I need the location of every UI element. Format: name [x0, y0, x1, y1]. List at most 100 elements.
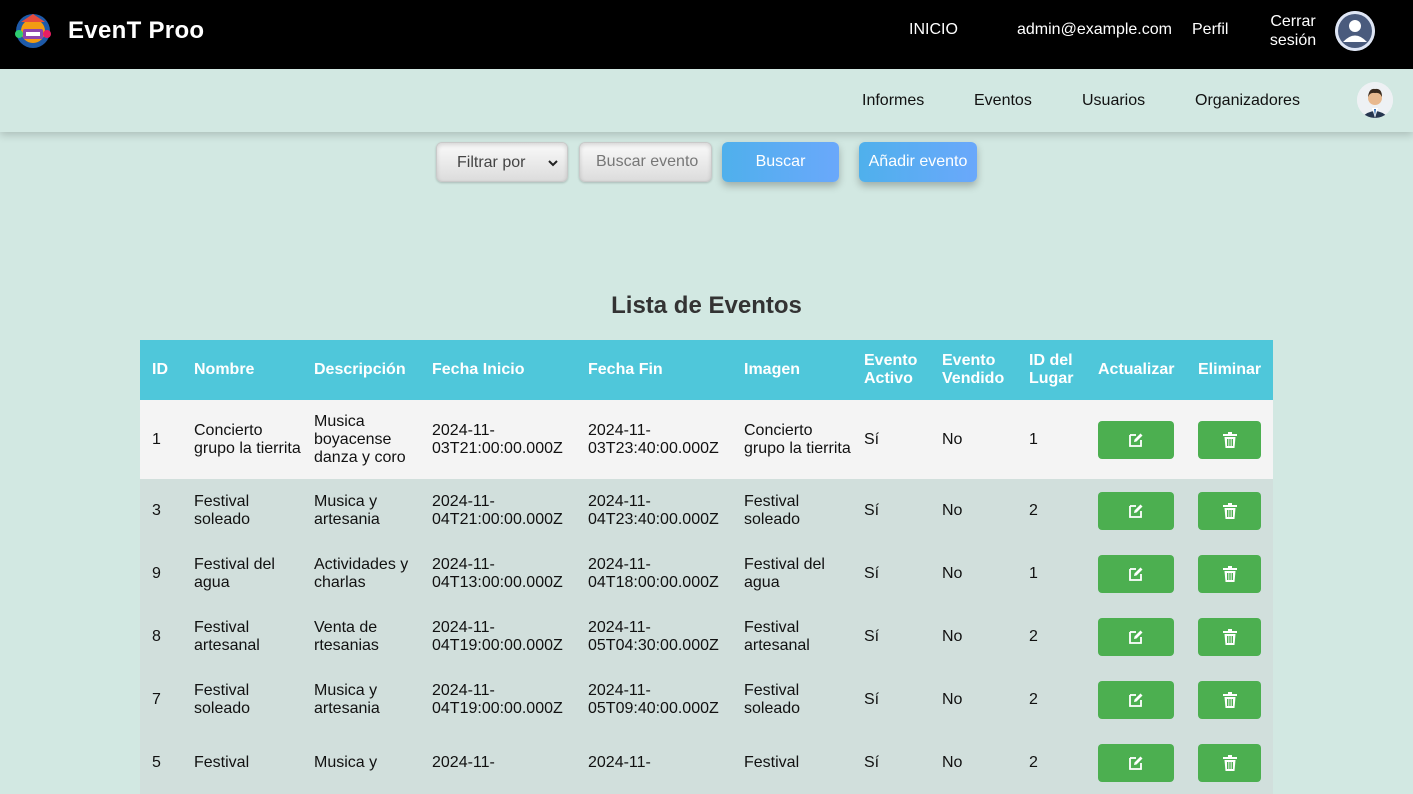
- cell-fecha-fin: 2024-11- 03T23:40:00.000Z: [576, 400, 732, 479]
- edit-button[interactable]: [1098, 491, 1174, 530]
- logout-link[interactable]: Cerrar sesión: [1268, 12, 1318, 50]
- delete-button[interactable]: [1198, 680, 1261, 719]
- header-text: Evento: [942, 352, 996, 369]
- cell-descripcion: Actividades y charlas: [314, 555, 409, 591]
- table-header-row: ID Nombre Descripción Fecha Inicio Fecha…: [140, 340, 1273, 400]
- header-id: ID: [152, 361, 168, 378]
- cell-actualizar: [1086, 605, 1186, 668]
- header-id-lugar: ID del Lugar: [1017, 340, 1086, 400]
- subnav-informes[interactable]: Informes: [862, 92, 924, 110]
- cell-id: 1: [152, 430, 161, 448]
- table-row: 8 Festival artesanal Venta de rtesanias 202…: [140, 605, 1273, 668]
- cell-id-lugar: 2: [1029, 690, 1038, 708]
- user-email: admin@example.com: [1017, 21, 1172, 38]
- event-logo-icon[interactable]: [11, 12, 55, 50]
- subnav-organizadores[interactable]: Organizadores: [1195, 92, 1300, 110]
- date-part: 04T21:00:00.000Z: [432, 510, 563, 528]
- cell-imagen: Festival soleado: [732, 668, 852, 731]
- delete-button[interactable]: [1198, 491, 1261, 530]
- cell-id-lugar: 2: [1029, 627, 1038, 645]
- subnav-eventos[interactable]: Eventos: [974, 92, 1032, 110]
- date-part: 2024-11-: [432, 492, 495, 510]
- nav-perfil[interactable]: Perfil: [1192, 21, 1228, 39]
- broken-image-alt-text: Festival artesanal: [744, 618, 810, 654]
- cell-vendido: No: [942, 564, 963, 582]
- user-avatar-icon[interactable]: [1335, 11, 1375, 51]
- header-fecha-inicio: Fecha Inicio: [432, 361, 525, 378]
- cell-nombre: Festival soleado: [194, 681, 251, 717]
- delete-button[interactable]: [1198, 420, 1261, 459]
- cell-actualizar: [1086, 668, 1186, 731]
- cell-fecha-fin: 2024-11- 04T23:40:00.000Z: [576, 479, 732, 542]
- events-table-container: ID Nombre Descripción Fecha Inicio Fecha…: [140, 340, 1273, 794]
- edit-button[interactable]: [1098, 680, 1174, 719]
- table-row: 3 Festival soleado Musica y artesania 2024-…: [140, 479, 1273, 542]
- subnav-usuarios[interactable]: Usuarios: [1082, 92, 1145, 110]
- date-part: 2024-11-: [432, 555, 495, 573]
- table-row: 1 Concierto grupo la tierrita Musica boyac…: [140, 400, 1273, 479]
- nav-inicio[interactable]: INICIO: [909, 21, 958, 39]
- date-part: 2024-11-: [588, 492, 651, 510]
- date-part: 04T19:00:00.000Z: [432, 699, 563, 717]
- cell-vendido: No: [942, 501, 963, 519]
- cell-id: 7: [152, 690, 161, 708]
- events-table: ID Nombre Descripción Fecha Inicio Fecha…: [140, 340, 1273, 794]
- header-evento-activo: Evento Activo: [852, 340, 930, 400]
- cell-eliminar: [1186, 605, 1273, 668]
- filter-select[interactable]: Filtrar por: [436, 142, 568, 182]
- delete-button[interactable]: [1198, 554, 1261, 593]
- cell-eliminar: [1186, 479, 1273, 542]
- top-navbar: EvenT Proo INICIO admin@example.com Perf…: [0, 0, 1413, 69]
- broken-image-alt-text: Festival soleado: [744, 681, 801, 717]
- cell-actualizar: [1086, 400, 1186, 479]
- cell-vendido: No: [942, 627, 963, 645]
- header-actualizar: Actualizar: [1098, 361, 1175, 378]
- edit-button[interactable]: [1098, 617, 1174, 656]
- header-text: ID del: [1029, 352, 1073, 369]
- date-part: 2024-11-: [432, 681, 495, 699]
- date-part: 04T19:00:00.000Z: [432, 636, 563, 654]
- cell-activo: Sí: [864, 430, 880, 448]
- add-event-button[interactable]: Añadir evento: [859, 142, 977, 182]
- cell-vendido: No: [942, 690, 963, 708]
- date-part: 04T23:40:00.000Z: [588, 510, 719, 528]
- search-button[interactable]: Buscar: [722, 142, 839, 182]
- date-part: 2024-11-: [432, 753, 495, 771]
- cell-fecha-inicio: 2024-11- 04T13:00:00.000Z: [420, 542, 576, 605]
- page-title: Lista de Eventos: [611, 292, 802, 319]
- cell-fecha-fin: 2024-11- 04T18:00:00.000Z: [576, 542, 732, 605]
- header-nombre: Nombre: [194, 361, 255, 378]
- edit-button[interactable]: [1098, 554, 1174, 593]
- header-text: Vendido: [942, 370, 1005, 387]
- cell-fecha-inicio: 2024-11- 04T19:00:00.000Z: [420, 605, 576, 668]
- date-part: 2024-11-: [432, 421, 495, 439]
- cell-vendido: No: [942, 430, 963, 448]
- cell-eliminar: [1186, 542, 1273, 605]
- logout-line-2: sesión: [1269, 32, 1317, 49]
- cell-nombre: Festival soleado: [194, 492, 251, 528]
- date-part: 2024-11-: [588, 421, 651, 439]
- chevron-down-icon: [547, 156, 559, 168]
- filter-select-label: Filtrar por: [457, 154, 526, 171]
- header-text: Activo: [864, 370, 913, 387]
- cell-id: 9: [152, 564, 161, 582]
- date-part: 03T21:00:00.000Z: [432, 439, 563, 457]
- profile-photo[interactable]: [1357, 82, 1393, 118]
- delete-button[interactable]: [1198, 617, 1261, 656]
- cell-imagen: Festival soleado: [732, 479, 852, 542]
- date-part: 03T23:40:00.000Z: [588, 439, 719, 457]
- cell-fecha-fin: 2024-11- 05T04:30:00.000Z: [576, 605, 732, 668]
- cell-id-lugar: 2: [1029, 501, 1038, 519]
- header-evento-vendido: Evento Vendido: [930, 340, 1017, 400]
- broken-image-alt-text: Concierto grupo la tierrita: [744, 421, 851, 457]
- header-text: Evento: [864, 352, 918, 369]
- search-input[interactable]: [579, 142, 712, 182]
- cell-activo: Sí: [864, 690, 880, 708]
- header-text: Lugar: [1029, 370, 1074, 387]
- cell-eliminar: [1186, 668, 1273, 731]
- brand-name[interactable]: EvenT Proo: [68, 17, 204, 45]
- broken-image-alt-text: Festival del agua: [744, 555, 825, 591]
- cell-fecha-fin: 2024-11- 05T09:40:00.000Z: [576, 668, 732, 731]
- edit-button[interactable]: [1098, 420, 1174, 459]
- table-row: 7 Festival soleado Musica y artesania 2024-…: [140, 668, 1273, 731]
